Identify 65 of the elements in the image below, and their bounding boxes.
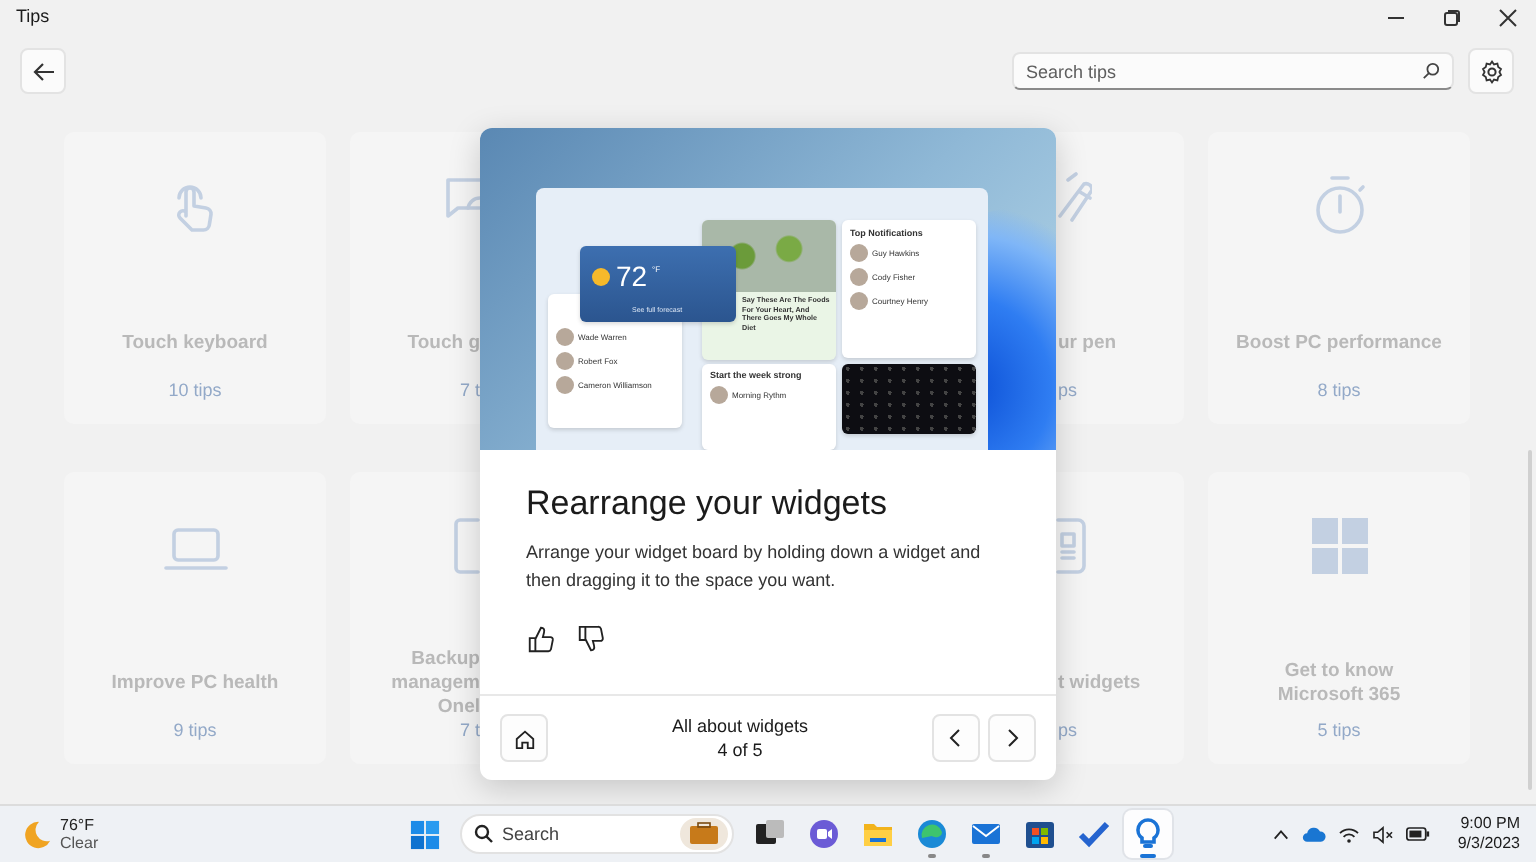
clock-time[interactable]: 9:00 PM	[1457, 814, 1520, 834]
home-icon	[513, 727, 535, 749]
tip-position: 4 of 5	[715, 738, 765, 762]
category-title: Boost PC performance	[1234, 330, 1444, 358]
moon-icon	[22, 819, 52, 849]
clock-date[interactable]: 9/3/2023	[1457, 834, 1520, 854]
next-button[interactable]	[988, 714, 1036, 762]
album-art	[710, 386, 728, 404]
tip-count: 8 tips	[1315, 378, 1363, 404]
settings-button[interactable]	[1468, 48, 1514, 94]
gear-icon	[1479, 59, 1503, 83]
thumbs-down-button[interactable]	[576, 624, 606, 654]
windows-logo-icon	[409, 819, 439, 849]
space-photo	[842, 364, 976, 434]
restore-icon	[1442, 8, 1462, 28]
thumbs-up-button[interactable]	[526, 624, 556, 654]
wifi-icon[interactable]	[1337, 825, 1360, 843]
chevron-up-icon[interactable]	[1271, 825, 1290, 843]
previous-button[interactable]	[932, 714, 980, 762]
search-icon	[1422, 62, 1440, 80]
store-icon	[1024, 818, 1056, 850]
category-title: Backup managem Onel	[391, 652, 480, 716]
category-title: ur pen	[1058, 330, 1117, 358]
chevron-right-icon	[1002, 728, 1022, 748]
home-button[interactable]	[500, 714, 548, 762]
window-title: Tips	[16, 4, 50, 31]
thumbs-up-icon	[526, 624, 556, 654]
tip-count: ps	[1058, 378, 1078, 404]
back-button[interactable]	[20, 48, 66, 94]
close-icon	[1498, 8, 1518, 28]
lightbulb-icon	[1132, 818, 1164, 850]
envelope-icon	[970, 818, 1002, 850]
tip-count: 5 tips	[1315, 718, 1363, 744]
tip-count: 9 tips	[171, 718, 219, 744]
temperature: 72	[616, 262, 648, 290]
checkmark-icon	[1078, 818, 1110, 850]
phone-icon	[1056, 512, 1092, 580]
muted-speaker-icon[interactable]	[1371, 825, 1394, 843]
cloud-icon[interactable]	[1301, 825, 1326, 843]
tip-count: 10 tips	[166, 378, 224, 404]
temperature: 76°F	[60, 816, 96, 834]
tablet-icon	[452, 512, 480, 580]
category-title: Touch g	[407, 330, 480, 358]
weather-condition: Clear	[60, 834, 99, 852]
tip-count: 7 t	[459, 718, 480, 744]
folder-icon	[862, 818, 894, 850]
back-arrow-icon	[31, 59, 55, 83]
chevron-left-icon	[946, 728, 966, 748]
category-title: Get to know Microsoft 365	[1275, 658, 1403, 710]
sun-icon	[592, 268, 610, 286]
tip-title: Rearrange your widgets	[526, 482, 889, 526]
chat-icon	[808, 818, 840, 850]
category-title: Touch keyboard	[120, 330, 270, 358]
tip-description: Arrange your widget board by holding down a widget and then dragging it to the space you want.	[526, 540, 983, 594]
collection-name: All about widgets	[669, 714, 811, 738]
category-title: Improve PC health	[109, 670, 281, 698]
tip-count: ps	[1058, 718, 1078, 744]
tip-count: 7 t	[459, 378, 480, 404]
battery-icon[interactable]	[1405, 826, 1430, 842]
thumbs-down-icon	[576, 624, 606, 654]
category-title: t widgets	[1058, 670, 1141, 698]
search-field[interactable]: Search tips	[1012, 52, 1454, 90]
browser-icon	[916, 818, 948, 850]
task-view-icon	[754, 818, 786, 850]
search-icon	[474, 824, 494, 844]
